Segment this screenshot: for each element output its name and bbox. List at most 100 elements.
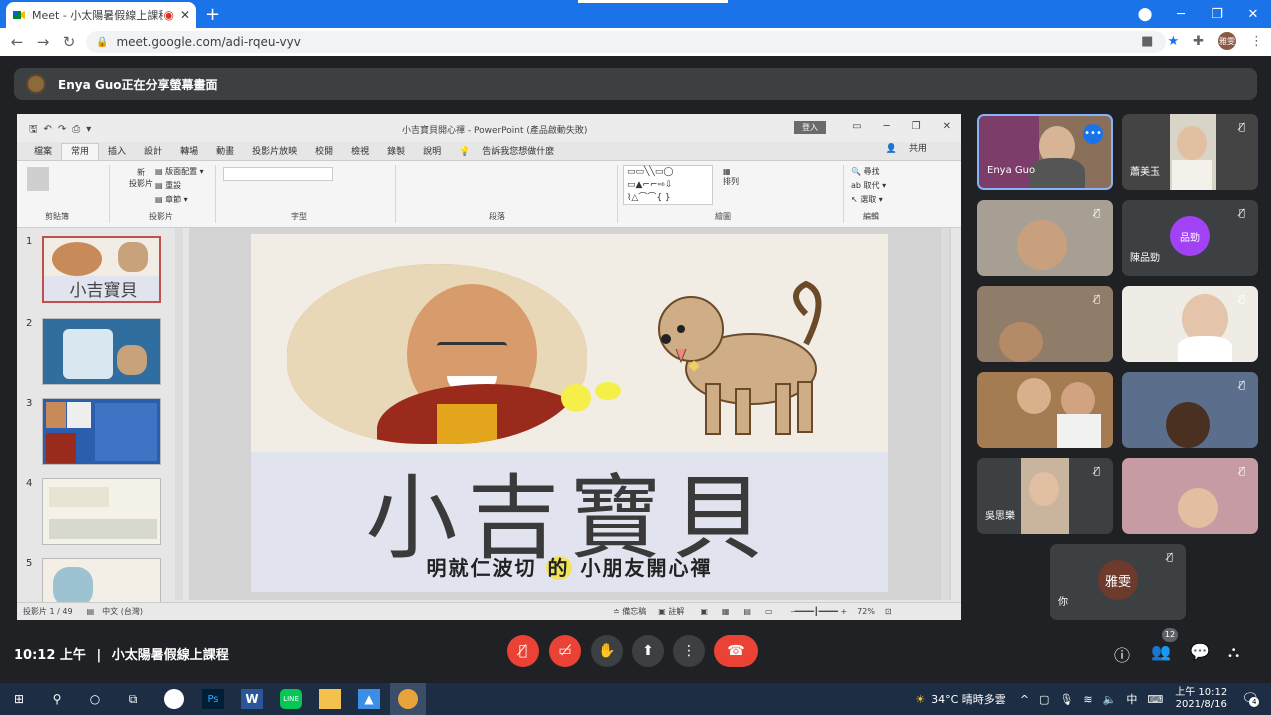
file-explorer-taskbar-icon[interactable] <box>319 689 341 709</box>
browser-toolbar: ← → ↻ 🔒 meet.google.com/adi-rqeu-vyv ■ ★… <box>0 28 1271 56</box>
bookmark-star-icon[interactable]: ★ <box>1167 34 1179 49</box>
participant-tile[interactable]: 🎙̸ 蕭美玉 <box>1122 114 1258 190</box>
meet-favicon-icon <box>13 11 25 19</box>
ime-indicator[interactable]: 中 <box>1126 691 1137 707</box>
clock[interactable]: 上午 10:12 2021/8/16 <box>1175 687 1227 711</box>
cortana-icon[interactable]: ○ <box>84 689 106 709</box>
notifications-icon[interactable]: 🗨4 <box>1241 691 1260 707</box>
hand-icon: ✋ <box>598 643 616 659</box>
more-options-button[interactable]: ⋮ <box>673 635 705 667</box>
photoshop-taskbar-icon[interactable]: Ps <box>202 689 224 709</box>
ppt-tab-design: 設計 <box>144 147 163 157</box>
slide-count: 投影片 1 / 49 <box>23 607 73 616</box>
chrome-taskbar-icon[interactable] <box>164 689 184 709</box>
tab-title: Meet - 小太陽暑假線上課程 <box>32 9 164 22</box>
kebab-icon: ⋮ <box>682 643 696 659</box>
group-paragraph: 段落 <box>489 212 505 221</box>
ppt-ribbon: 新 投影片 ▤ 版面配置 ▾ ▤ 重設 ▤ 章節 ▾ ▭▭╲╲▭◯ ▭▲⌐⌐⇨⇩ ⌇… <box>17 160 961 228</box>
extensions-icon[interactable]: ✚ <box>1193 34 1204 49</box>
zoom-level: 72% <box>857 607 875 616</box>
slide-subtitle: 明就仁波切 的 小朋友開心禪 <box>426 556 713 580</box>
windows-start-icon[interactable]: ⊞ <box>8 689 30 709</box>
toolbar-actions: ■ ★ ✚ 雅雯 ⋮ <box>1141 32 1263 50</box>
raise-hand-button[interactable]: ✋ <box>591 635 623 667</box>
volume-icon[interactable]: 🔈 <box>1103 693 1117 706</box>
maximize-button[interactable]: ❐ <box>1199 7 1235 22</box>
mic-off-button[interactable]: 🎙̸ <box>507 635 539 667</box>
reset-button: ▤ 重設 <box>155 181 182 190</box>
participant-name: Enya Guo <box>987 165 1036 176</box>
participant-tile[interactable]: ••• Enya Guo <box>977 114 1113 190</box>
participant-tile[interactable]: 🎙̸ <box>1122 458 1258 534</box>
ppt-window-title: 小吉寶貝開心禪 - PowerPoint (產品啟動失敗) <box>402 126 588 136</box>
microphone-tray-icon[interactable]: 🎙 <box>1059 693 1073 706</box>
lock-icon: 🔒 <box>96 36 109 48</box>
url-text: meet.google.com/adi-rqeu-vyv <box>116 35 301 49</box>
browser-tab[interactable]: Meet - 小太陽暑假線上課程 ◉ ✕ <box>6 2 196 28</box>
self-tile[interactable]: 雅雯 🎙̸ 你 <box>1050 544 1186 620</box>
meet-controls-bar: 10:12 上午 | 小太陽暑假線上課程 🎙̸ ▭̸ ✋ ⬆ ⋮ ☎ ⓘ 👥 1… <box>0 628 1271 680</box>
ppt-statusbar: 投影片 1 / 49 ▤ 中文 (台灣) ≐ 備忘稿 ▣ 註解 ▣▦▤▭ –━━… <box>17 602 961 620</box>
word-taskbar-icon[interactable]: W <box>241 689 263 709</box>
ppt-ribbon-tabs: 檔案 常用 插入 設計 轉場 動畫 投影片放映 校閱 檢視 錄製 說明 💡 告訴… <box>17 142 961 160</box>
chrome-active-taskbar-icon[interactable] <box>390 683 426 715</box>
more-options-icon[interactable]: ••• <box>1083 124 1103 144</box>
participant-tile[interactable]: 🎙̸ <box>977 286 1113 362</box>
people-icon[interactable]: 👥 <box>1151 642 1171 661</box>
leave-call-button[interactable]: ☎ <box>714 635 758 667</box>
camera-off-button[interactable]: ▭̸ <box>549 635 581 667</box>
participant-tile[interactable]: 🎙̸ <box>1122 372 1258 448</box>
menu-kebab-icon[interactable]: ⋮ <box>1250 34 1263 49</box>
ppt-share: 👤 共用 <box>885 144 927 154</box>
camera-icon[interactable]: ■ <box>1141 34 1153 49</box>
present-screen-icon: ⬆ <box>642 643 654 659</box>
chat-icon[interactable]: 💬 <box>1190 642 1210 661</box>
quick-access-toolbar: 🖫↶↷⎙▾ <box>29 124 98 135</box>
select-button: ↖ 選取 ▾ <box>851 195 883 204</box>
notes-toggle: ≐ 備忘稿 <box>612 607 647 616</box>
participant-tile[interactable]: 品勁 🎙̸ 陳品勁 <box>1122 200 1258 276</box>
forward-icon[interactable]: → <box>30 33 56 51</box>
device-icon[interactable]: ▢ <box>1039 693 1049 706</box>
meeting-title: 小太陽暑假線上課程 <box>111 648 229 663</box>
task-view-icon[interactable]: ⧉ <box>122 689 144 709</box>
arrange-button: ▦ 排列 <box>723 167 739 186</box>
search-icon[interactable]: ⚲ <box>46 689 68 709</box>
reload-icon[interactable]: ↻ <box>56 33 82 51</box>
back-icon[interactable]: ← <box>4 33 30 51</box>
line-taskbar-icon[interactable]: LINE <box>280 689 302 709</box>
participant-tile[interactable]: 🎙̸ <box>1122 286 1258 362</box>
photos-taskbar-icon[interactable]: ▲ <box>358 689 380 709</box>
shapes-gallery: ▭▭╲╲▭◯ ▭▲⌐⌐⇨⇩ ⌇△⌒⌒{ } <box>623 165 713 205</box>
new-tab-button[interactable]: + <box>205 4 220 25</box>
self-label: 你 <box>1058 597 1068 608</box>
meeting-details-icon[interactable]: ⓘ <box>1114 642 1130 666</box>
group-clipboard: 剪貼簿 <box>45 212 69 221</box>
participant-tile[interactable] <box>977 372 1113 448</box>
keyboard-icon[interactable]: ⌨ <box>1147 693 1163 706</box>
ppt-titlebar: 🖫↶↷⎙▾ 小吉寶貝開心禪 - PowerPoint (產品啟動失敗) 登入 ▭… <box>17 114 961 142</box>
mic-off-icon: 🎙̸ <box>518 643 528 659</box>
muted-mic-icon: 🎙̸ <box>1093 208 1100 219</box>
profile-avatar[interactable]: 雅雯 <box>1218 32 1236 50</box>
weather-text[interactable]: 34°C 晴時多雲 <box>931 691 1006 707</box>
minimize-button[interactable]: ─ <box>1163 7 1199 22</box>
activities-icon[interactable]: ⛬ <box>1228 642 1239 662</box>
participant-tile[interactable]: 🎙̸ <box>977 200 1113 276</box>
wifi-icon[interactable]: ≋ <box>1083 693 1092 706</box>
present-button[interactable]: ⬆ <box>632 635 664 667</box>
section-button: ▤ 章節 ▾ <box>155 195 188 204</box>
profile-menu-icon[interactable]: ⬤ <box>1127 7 1163 22</box>
address-bar[interactable]: 🔒 meet.google.com/adi-rqeu-vyv <box>86 31 1166 53</box>
tray-chevron-icon[interactable]: ^ <box>1020 693 1029 706</box>
participant-tile[interactable]: 🎙̸ 吳思樂 <box>977 458 1113 534</box>
close-window-button[interactable]: ✕ <box>1235 7 1271 22</box>
notification-count-badge: 4 <box>1249 697 1260 707</box>
thumbnail-scrollbar <box>175 228 183 600</box>
browser-titlebar: Meet - 小太陽暑假線上課程 ◉ ✕ + ⬤ ─ ❐ ✕ <box>0 0 1271 28</box>
close-tab-icon[interactable]: ✕ <box>180 8 190 22</box>
ppt-tab-slideshow: 投影片放映 <box>252 147 298 157</box>
windows-taskbar: ⊞ ⚲ ○ ⧉ Ps W LINE ▲ ☀ 34°C 晴時多雲 ^ ▢ 🎙 ≋ … <box>0 683 1271 715</box>
ppt-tab-transitions: 轉場 <box>180 147 199 157</box>
muted-mic-icon: 🎙̸ <box>1238 122 1245 133</box>
